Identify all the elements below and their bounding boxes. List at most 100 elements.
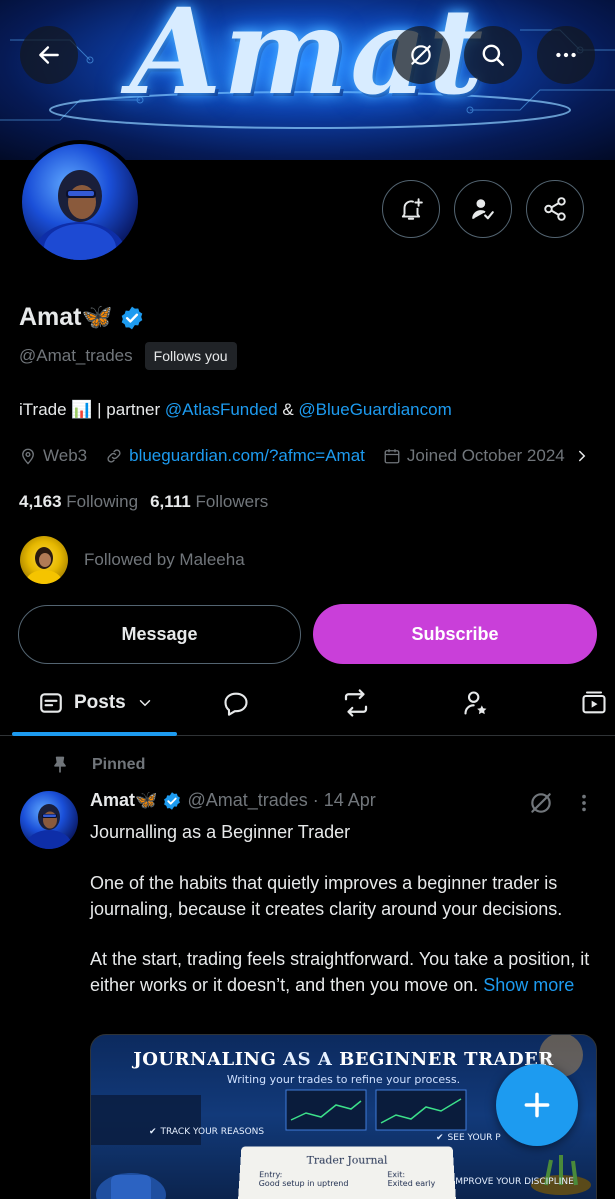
journal-entry-note: Good setup in uptrend [258,1179,349,1188]
profile-meta: Web3 blueguardian.com/?afmc=Amat Joined … [19,446,589,466]
grok-icon[interactable] [528,790,554,816]
media-chip-1: ✔ TRACK YOUR REASONS [149,1127,264,1137]
follower-avatar-figure [26,547,62,584]
search-icon [482,44,504,66]
media-chip-3-text: IMPROVE YOUR DISCIPLINE [452,1177,574,1187]
pin-icon [54,756,66,773]
search-button[interactable] [464,26,522,84]
banner-title: Amat [129,0,486,121]
check-circle-icon: ✔ [149,1127,157,1137]
show-more-link[interactable]: Show more [483,975,574,995]
following-stat[interactable]: 4,163 Following [19,492,138,512]
journal-entry-col: Entry: Good setup in uptrend [258,1170,348,1188]
journal-title: Trader Journal [306,1154,388,1167]
grok-button[interactable] [392,26,450,84]
avatar-image [22,144,138,260]
grok-icon [411,45,431,65]
post-paragraph-1: One of the habits that quietly improves … [90,873,563,919]
share-icon [544,197,566,221]
journal-columns: Entry: Good setup in uptrend Exit: Exited … [239,1170,455,1188]
notifications-button[interactable] [382,180,440,238]
follows-you-badge: Follows you [144,342,237,370]
post-author-emoji: 🦋 [135,790,158,810]
post-header: Amat 🦋 @Amat_trades · 14 Apr [90,790,376,811]
followers-count: 6,111 [150,492,191,511]
post-title-line: Journalling as a Beginner Trader [90,822,351,842]
media-chip-2: ✔ SEE YOUR P [436,1133,501,1143]
check-circle-icon: ✔ [436,1133,444,1143]
tab-media[interactable] [580,670,608,736]
profile-tabs: Posts [0,670,615,736]
location-text: Web3 [43,446,88,465]
following-count: 4,163 [19,492,62,511]
tab-highlights[interactable] [462,670,490,736]
profile-handle-row: @Amat_trades Follows you [19,342,237,370]
post-author-name[interactable]: Amat [90,790,135,811]
more-vertical-icon[interactable] [574,792,594,814]
link-icon [107,449,121,463]
tab-posts[interactable]: Posts [38,670,154,736]
followed-by-text: Followed by Maleeha [84,550,245,569]
tab-posts-label: Posts [74,692,126,713]
active-tab-indicator [12,732,177,736]
profile-bio: iTrade 📊 | partner @AtlasFunded & @BlueG… [19,400,452,420]
media-title-a: JOURNALING [133,1049,277,1070]
avatar-figure [34,170,126,260]
post-separator: · [312,790,319,810]
chevron-down-icon [139,700,150,707]
profile-banner[interactable]: Amat [0,0,615,160]
followers-stat[interactable]: 6,111 Followers [150,492,268,512]
media-chip-3: ✔IMPROVE YOUR DISCIPLINE [441,1177,574,1187]
butterfly-emoji: 🦋 [81,303,113,331]
chevron-right-icon[interactable] [575,447,589,465]
posts-icon [40,693,62,713]
post-avatar-figure [26,804,72,849]
arrow-left-icon [39,46,59,64]
profile-stats: 4,163 Following 6,111 Followers [19,492,268,512]
bio-mention-blueguardian[interactable]: @BlueGuardiancom [298,400,451,419]
journal-exit-label: Exit: [387,1170,406,1180]
follower-avatar [20,536,68,584]
calendar-icon [384,449,400,464]
post-paragraph-2: At the start, trading feels straightforw… [90,946,605,998]
share-button[interactable] [526,180,584,238]
post-author-handle: @Amat_trades [187,790,308,810]
pinned-text: Pinned [92,756,146,773]
tab-reposts[interactable] [341,670,371,736]
message-button[interactable]: Message [18,605,301,664]
post-date[interactable]: 14 Apr [324,790,376,811]
profile-avatar[interactable] [18,140,142,264]
followed-by-row[interactable]: Followed by Maleeha [20,536,245,584]
bio-text: iTrade 📊 | partner [19,400,165,419]
following-label: Following [66,492,139,511]
media-icon [582,691,606,714]
plus-icon [524,1092,550,1118]
back-button[interactable] [20,26,78,84]
journal-entry-label: Entry: [258,1170,283,1180]
joined-item: Joined October 2024 [383,446,565,466]
website-item[interactable]: blueguardian.com/?afmc=Amat [105,446,365,466]
verified-badge-icon [164,791,181,810]
media-chip-1-text: TRACK YOUR REASONS [160,1127,265,1137]
highlights-icon [464,691,487,715]
tab-replies[interactable] [222,670,250,736]
followers-label: Followers [195,492,269,511]
pinned-label-row: Pinned [50,755,145,775]
compose-post-button[interactable] [496,1064,578,1146]
bio-mention-atlasfunded[interactable]: @AtlasFunded [165,400,278,419]
bell-plus-icon [401,198,423,220]
media-title-b: AS A [276,1049,340,1070]
profile-name: Amat [19,303,82,331]
verified-badge-icon[interactable] [119,305,145,331]
more-button[interactable] [537,26,595,84]
journal-exit-col: Exit: Exited early [387,1170,435,1188]
website-link[interactable]: blueguardian.com/?afmc=Amat [129,446,365,466]
media-chip-2-text: SEE YOUR P [447,1133,501,1143]
person-check-icon [472,199,494,220]
subscribe-button[interactable]: Subscribe [313,604,597,664]
following-button[interactable] [454,180,512,238]
bio-separator: & [277,400,299,419]
profile-name-row: Amat 🦋 [19,303,145,332]
journal-exit-note: Exited early [387,1179,436,1188]
post-avatar[interactable] [20,791,78,849]
